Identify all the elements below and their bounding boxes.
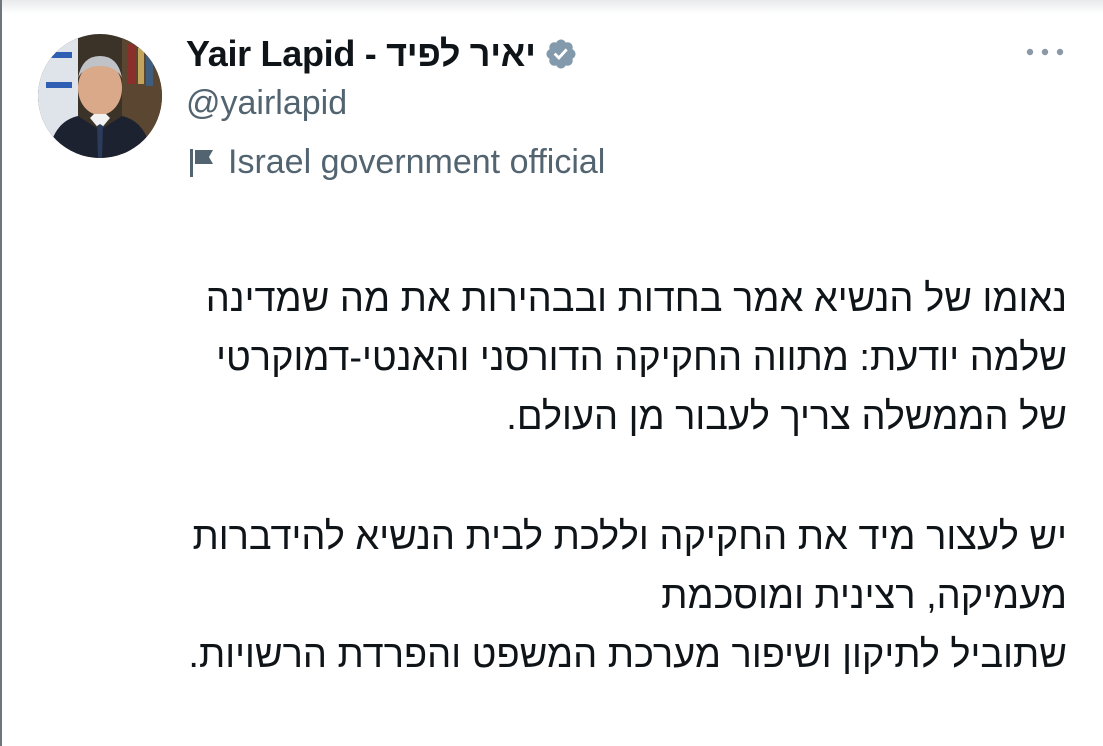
tweet-card: Yair Lapid - יאיר לפיד @yairlapid Israel…: [0, 0, 1103, 746]
display-name[interactable]: Yair Lapid - יאיר לפיד: [186, 33, 536, 75]
flag-icon: [188, 145, 218, 179]
tweet-line: יש לעצור מיד את החקיקה וללכת לבית הנשיא …: [192, 516, 1067, 558]
tweet-line: שתוביל לתיקון ושיפור מערכת המשפט והפרדת …: [188, 634, 1067, 676]
verified-badge-icon[interactable]: [544, 37, 578, 71]
more-options-icon[interactable]: [1022, 44, 1068, 60]
author-handle[interactable]: @yairlapid: [186, 84, 347, 123]
top-divider: [2, 0, 1103, 14]
tweet-text: נאומו של הנשיא אמר בחדות ובבהירות את מה …: [37, 270, 1067, 685]
tweet-paragraph: נאומו של הנשיא אמר בחדות ובבהירות את מה …: [37, 270, 1067, 447]
tweet-line: שלמה יודעת: מתווה החקיקה הדורסני והאנטי-…: [216, 337, 1067, 379]
tweet-line: של הממשלה צריך לעבור מן העולם.: [506, 396, 1067, 438]
tweet-line: מעמיקה, רצינית ומוסכמת: [661, 575, 1067, 617]
affiliation-text: Israel government official: [228, 142, 606, 181]
avatar[interactable]: [38, 34, 162, 158]
affiliation-label[interactable]: Israel government official: [188, 140, 605, 184]
tweet-paragraph: יש לעצור מיד את החקיקה וללכת לבית הנשיא …: [37, 508, 1067, 685]
tweet-line: נאומו של הנשיא אמר בחדות ובבהירות את מה …: [205, 278, 1067, 320]
author-name-row[interactable]: Yair Lapid - יאיר לפיד: [186, 30, 578, 78]
avatar-photo: [38, 34, 162, 158]
